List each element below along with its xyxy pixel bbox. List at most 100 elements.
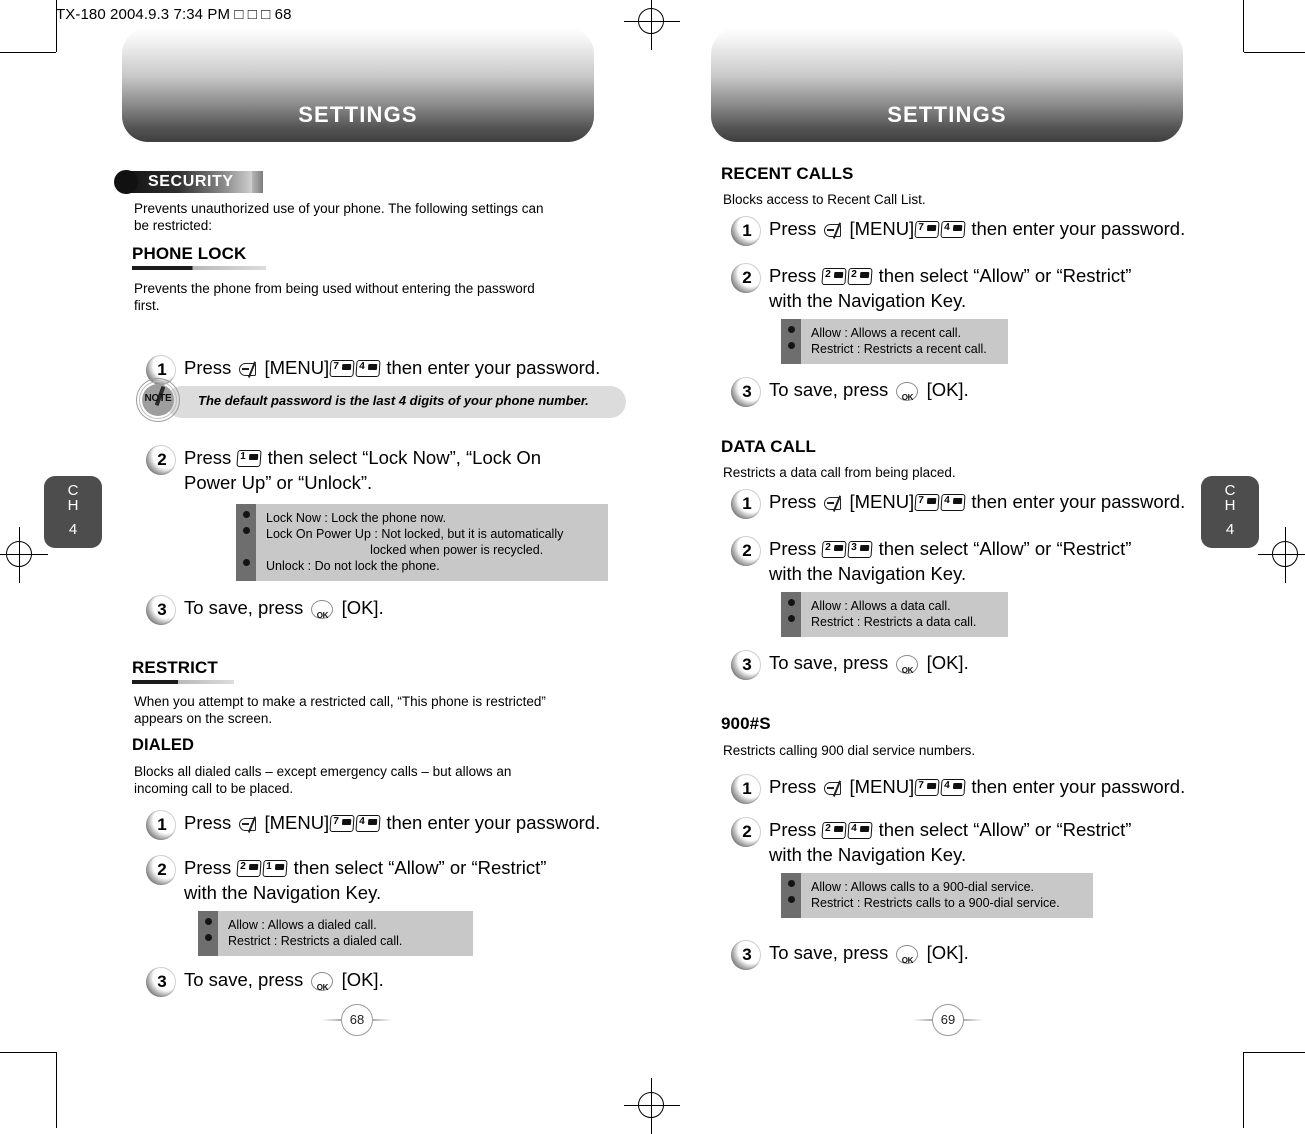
step-post-line2: with the Navigation Key. bbox=[769, 563, 967, 584]
step-save-label: To save, press bbox=[769, 379, 889, 400]
menu-key-icon bbox=[238, 361, 262, 378]
recent-calls-heading: RECENT CALLS bbox=[721, 164, 854, 183]
step-post-line2: with the Navigation Key. bbox=[769, 290, 967, 311]
step-ok-label: [OK]. bbox=[341, 597, 384, 618]
step-number-badge: 1 bbox=[731, 774, 761, 804]
step-text: Press 23 then select “Allow” or “Restric… bbox=[769, 536, 1169, 586]
step-text: Press 22 then select “Allow” or “Restric… bbox=[769, 263, 1169, 313]
note-bar: The default password is the last 4 digit… bbox=[166, 386, 626, 418]
keycap-2-icon: 2 bbox=[821, 541, 848, 558]
step-post-line1: then select “Lock Now”, “Lock On bbox=[267, 447, 542, 468]
step-press-label: Press bbox=[184, 812, 232, 833]
dialed-options-box: Allow : Allows a dialed call. Restrict :… bbox=[198, 911, 473, 956]
options-bullet-strip bbox=[781, 592, 801, 637]
security-label: SECURITY bbox=[148, 173, 234, 190]
option-item: locked when power is recycled. bbox=[266, 543, 544, 557]
options-bullet-strip bbox=[781, 319, 801, 364]
step-number-badge: 2 bbox=[731, 817, 761, 847]
menu-bracket-label: [MENU] bbox=[264, 812, 330, 833]
ribbon-tail bbox=[252, 171, 263, 193]
note-icon: NOTE bbox=[136, 378, 180, 422]
step-text: To save, press OK [OK]. bbox=[184, 967, 384, 992]
option-item: Unlock : Do not lock the phone. bbox=[266, 559, 440, 573]
step-ok-label: [OK]. bbox=[926, 652, 969, 673]
ok-key-icon: OK bbox=[896, 655, 919, 675]
step-press-label: Press bbox=[769, 491, 817, 512]
note-badge-label: NOTE bbox=[144, 393, 172, 404]
nine-hundred-heading: 900#S bbox=[721, 714, 771, 733]
keycap-7-icon: 7 bbox=[329, 815, 355, 832]
ok-key-icon: OK bbox=[896, 945, 919, 965]
step-post-label: then enter your password. bbox=[971, 491, 1186, 512]
step-text: Press 21 then select “Allow” or “Restric… bbox=[184, 855, 584, 905]
restrict-heading: RESTRICT bbox=[132, 658, 218, 677]
data-call-heading: DATA CALL bbox=[721, 437, 817, 456]
right-page: SETTINGS RECENT CALLS Blocks access to R… bbox=[665, 0, 1257, 1128]
step-number-badge: 3 bbox=[146, 967, 176, 997]
step-ok-label: [OK]. bbox=[341, 969, 384, 990]
chapter-tab-ch-label: C H bbox=[67, 482, 79, 514]
keycap-2-icon: 2 bbox=[236, 860, 263, 877]
step-number-badge: 3 bbox=[731, 377, 761, 407]
dialed-heading: DIALED bbox=[132, 736, 195, 754]
chapter-tab-number: 4 bbox=[68, 521, 78, 538]
restrict-desc: When you attempt to make a restricted ca… bbox=[134, 694, 546, 726]
keycap-7-icon: 7 bbox=[329, 360, 355, 377]
security-intro: Prevents unauthorized use of your phone.… bbox=[134, 201, 544, 233]
step-text: To save, press OK [OK]. bbox=[769, 940, 969, 965]
keycap-4-icon: 4 bbox=[940, 221, 966, 238]
chapter-tab-number: 4 bbox=[1225, 521, 1235, 538]
settings-banner-left: SETTINGS bbox=[122, 28, 594, 142]
step-post-line2: with the Navigation Key. bbox=[769, 844, 967, 865]
keycap-2-icon: 2 bbox=[847, 268, 874, 285]
chapter-tab-ch-label: C H bbox=[1224, 482, 1236, 514]
keycap-4-icon: 4 bbox=[355, 815, 381, 832]
step-ok-label: [OK]. bbox=[926, 379, 969, 400]
page-number-left: 68 bbox=[320, 1004, 394, 1038]
keycap-2-icon: 2 bbox=[821, 268, 848, 285]
step-number-badge: 1 bbox=[146, 810, 176, 840]
banner-title: SETTINGS bbox=[887, 102, 1007, 127]
settings-banner-right: SETTINGS bbox=[711, 28, 1183, 142]
option-item: Lock Now : Lock the phone now. bbox=[266, 511, 446, 525]
page-number-value: 68 bbox=[349, 1012, 365, 1027]
step-ok-label: [OK]. bbox=[926, 942, 969, 963]
options-bullet-strip bbox=[198, 911, 218, 956]
step-post-label: then enter your password. bbox=[386, 812, 601, 833]
left-page: SETTINGS SECURITY Prevents unauthorized … bbox=[38, 0, 630, 1128]
step-text: Press 1 then select “Lock Now”, “Lock On… bbox=[184, 445, 584, 495]
options-panel: Lock Now : Lock the phone now. Lock On P… bbox=[256, 504, 608, 581]
step-number-badge: 3 bbox=[731, 650, 761, 680]
step-press-label: Press bbox=[769, 538, 817, 559]
recent-calls-desc: Blocks access to Recent Call List. bbox=[723, 192, 926, 207]
step-post-line1: then select “Allow” or “Restrict” bbox=[293, 857, 547, 878]
option-item: Allow : Allows a recent call. bbox=[811, 326, 962, 340]
step-press-label: Press bbox=[769, 218, 817, 239]
keycap-1-icon: 1 bbox=[262, 860, 289, 877]
keycap-2-icon: 2 bbox=[821, 822, 848, 839]
option-item: Restrict : Restricts a dialed call. bbox=[228, 934, 403, 948]
option-item: Restrict : Restricts a recent call. bbox=[811, 342, 987, 356]
step-text: Press [MENU] 7 4 then enter your password. bbox=[769, 489, 1185, 514]
phone-lock-desc: Prevents the phone from being used witho… bbox=[134, 281, 535, 313]
step-text: Press [MENU] 7 4 then enter your password. bbox=[769, 216, 1185, 241]
step-save-label: To save, press bbox=[769, 942, 889, 963]
options-panel: Allow : Allows a recent call. Restrict :… bbox=[801, 319, 1008, 364]
step-number-badge: 1 bbox=[731, 489, 761, 519]
step-post-line1: then select “Allow” or “Restrict” bbox=[878, 819, 1132, 840]
option-item: Allow : Allows a dialed call. bbox=[228, 918, 377, 932]
step-post-line2: Power Up” or “Unlock”. bbox=[184, 472, 373, 493]
keycap-3-icon: 3 bbox=[847, 541, 874, 558]
data-call-desc: Restricts a data call from being placed. bbox=[723, 465, 956, 480]
data-call-options-box: Allow : Allows a data call. Restrict : R… bbox=[781, 592, 1008, 637]
nine-hundred-desc: Restricts calling 900 dial service numbe… bbox=[723, 743, 976, 758]
keycap-4-icon: 4 bbox=[940, 494, 966, 511]
step-number-badge: 1 bbox=[731, 216, 761, 246]
option-item: Allow : Allows calls to a 900-dial servi… bbox=[811, 880, 1035, 894]
restrict-rule bbox=[132, 680, 234, 684]
options-bullet-strip bbox=[781, 873, 801, 918]
option-item: Allow : Allows a data call. bbox=[811, 599, 951, 613]
step-text: Press 24 then select “Allow” or “Restric… bbox=[769, 817, 1169, 867]
chapter-tab-left: C H 4 bbox=[44, 476, 102, 548]
step-text: Press [MENU] 7 4 then enter your password. bbox=[184, 355, 600, 380]
